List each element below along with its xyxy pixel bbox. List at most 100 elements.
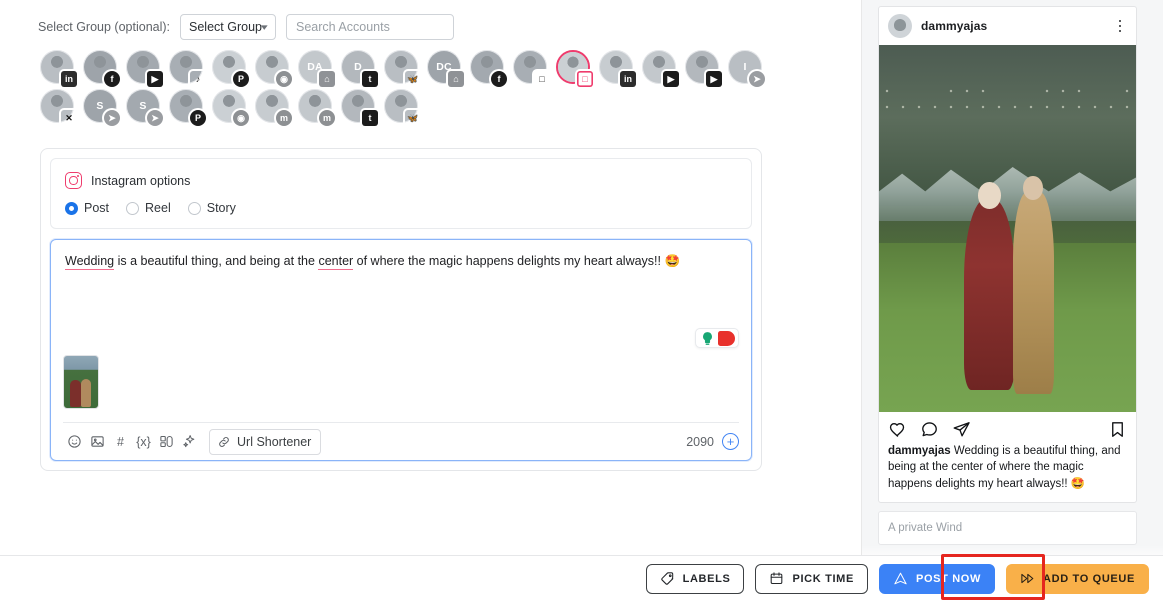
post-type-radio-post[interactable]: Post xyxy=(65,201,109,215)
preview-username: dammyajas xyxy=(921,19,988,33)
search-accounts-input[interactable] xyxy=(286,14,455,40)
tag-icon xyxy=(660,572,673,585)
editor-right-controls: 2090 + xyxy=(686,433,739,450)
post-type-label: Reel xyxy=(145,201,171,215)
telegram-badge-icon: ➤ xyxy=(104,110,120,126)
preview-image-bride xyxy=(963,181,1016,390)
account-avatar-x[interactable]: ✕ xyxy=(40,89,74,123)
post-text-editor[interactable]: Wedding is a beautiful thing, and being … xyxy=(50,239,752,461)
account-avatar-bluesky[interactable]: 🦋 xyxy=(384,50,419,84)
bluesky-badge-icon: 🦋 xyxy=(405,110,421,126)
account-avatar-mastodon[interactable]: m xyxy=(255,89,292,126)
account-avatar-bluesky[interactable]: 🦋 xyxy=(384,89,421,126)
url-shortener-button[interactable]: Url Shortener xyxy=(209,428,322,455)
radio-dot xyxy=(65,201,78,215)
mastodon-badge-icon: m xyxy=(276,110,292,126)
composer-pane: Select Group (optional): Select Group ▾ … xyxy=(0,0,862,601)
linkedin-badge-icon: in xyxy=(620,71,636,87)
variable-icon[interactable]: {x} xyxy=(132,430,155,453)
account-avatar-tumblr[interactable]: Dt xyxy=(341,50,378,87)
preview-header: dammyajas xyxy=(879,7,1136,45)
comment-icon[interactable] xyxy=(920,420,939,439)
account-avatar-google-business[interactable]: DC ⌂ xyxy=(427,50,464,87)
pinterest-badge-icon: P xyxy=(233,71,249,87)
account-avatar-linkedin[interactable]: in xyxy=(599,50,636,87)
account-avatar-tumblr[interactable]: t xyxy=(341,89,378,126)
kebab-menu-icon[interactable] xyxy=(1113,19,1127,33)
post-type-radio-group: Post Reel Story xyxy=(65,201,737,215)
select-group-dropdown[interactable]: Select Group ▾ xyxy=(180,14,277,40)
account-avatar-instagram[interactable]: □ xyxy=(556,50,593,87)
fast-forward-icon xyxy=(1021,573,1034,584)
account-avatar-google-business[interactable]: DA ⌂ xyxy=(298,50,335,87)
instagram-options-title: Instagram options xyxy=(91,173,191,188)
preview-pane: dammyajas dammyajas Wedding is a beautif… xyxy=(862,0,1163,601)
bookmark-icon[interactable] xyxy=(1108,420,1127,439)
youtube-badge-icon: ▶ xyxy=(663,71,679,87)
post-text-segment: 🤩 xyxy=(664,254,681,268)
select-group-value: Select Group xyxy=(189,20,262,34)
plus-circle-icon[interactable]: + xyxy=(722,433,739,450)
next-preview-card: A private Wind xyxy=(878,510,1137,546)
post-text-segment: of where the magic happens delights my h… xyxy=(353,254,665,268)
ai-sparkle-icon[interactable] xyxy=(178,430,201,453)
account-avatar-instagram[interactable]: □ xyxy=(513,50,550,87)
share-icon[interactable] xyxy=(952,420,971,439)
facebook-badge-icon: f xyxy=(104,71,120,87)
account-avatar-reddit[interactable]: ◉ xyxy=(212,89,249,126)
labels-button[interactable]: LABELS xyxy=(645,563,745,594)
account-avatars: in f ▶ ♪ P ◉ DA ⌂ Dt 🦋 DC ⌂ f □ □ in ▶ ▶ I ➤ ✕ S ➤ S ➤ P ◉ m m t 🦋 xyxy=(0,40,861,126)
account-avatar-youtube[interactable]: ▶ xyxy=(126,50,163,87)
google-business-badge-icon: ⌂ xyxy=(448,71,464,87)
pick-time-button[interactable]: PICK TIME xyxy=(755,563,868,594)
footer-button-label: PICK TIME xyxy=(792,572,854,585)
account-avatar-linkedin[interactable]: in xyxy=(40,50,77,87)
preview-image xyxy=(879,45,1136,412)
image-icon[interactable] xyxy=(86,430,109,453)
account-avatar-facebook[interactable]: f xyxy=(83,50,120,87)
group-label: Select Group (optional): xyxy=(38,20,171,34)
radio-dot xyxy=(126,201,140,215)
hashtag-icon[interactable]: # xyxy=(109,430,132,453)
google-business-badge-icon: ⌂ xyxy=(319,71,335,87)
add-to-queue-button[interactable]: ADD TO QUEUE xyxy=(1006,563,1149,594)
instagram-options-box: Instagram options Post Reel Story xyxy=(50,158,752,229)
avatar xyxy=(888,14,912,38)
post-now-button[interactable]: POST NOW xyxy=(878,563,996,594)
post-text-content[interactable]: Wedding is a beautiful thing, and being … xyxy=(51,240,751,271)
attached-media-thumbnail[interactable] xyxy=(63,355,99,409)
footer-button-label: LABELS xyxy=(682,572,731,585)
link-icon xyxy=(219,436,229,447)
like-icon[interactable] xyxy=(888,420,907,439)
mastodon-badge-icon: m xyxy=(319,110,335,126)
account-avatar-tiktok[interactable]: ♪ xyxy=(169,50,203,84)
character-count: 2090 xyxy=(686,434,714,449)
account-avatar-pinterest[interactable]: P xyxy=(212,50,249,87)
footer-button-label: POST NOW xyxy=(915,572,982,585)
account-avatar-telegram[interactable]: S ➤ xyxy=(126,89,163,126)
action-footer: LABELS PICK TIME POST NOW ADD TO QUEUE xyxy=(0,555,1163,601)
thumbnail-figures xyxy=(70,378,94,408)
account-avatar-youtube[interactable]: ▶ xyxy=(642,50,679,87)
tumblr-badge-icon: t xyxy=(362,110,378,126)
account-avatar-facebook[interactable]: f xyxy=(470,50,507,87)
instagram-preview-card: dammyajas dammyajas Wedding is a beautif… xyxy=(878,6,1137,503)
account-avatar-pinterest[interactable]: P xyxy=(169,89,206,126)
post-type-radio-reel[interactable]: Reel xyxy=(126,201,171,215)
account-avatar-telegram[interactable]: S ➤ xyxy=(83,89,120,126)
account-avatar-reddit[interactable]: ◉ xyxy=(255,50,292,87)
telegram-badge-icon: ➤ xyxy=(147,110,163,126)
reddit-badge-icon: ◉ xyxy=(233,110,249,126)
tumblr-badge-icon: t xyxy=(362,71,378,87)
editor-toolbar: # {x} Url Shortener 2090 + xyxy=(51,423,751,460)
post-type-radio-story[interactable]: Story xyxy=(187,201,236,215)
account-avatar-telegram[interactable]: I ➤ xyxy=(728,50,765,87)
account-avatar-youtube[interactable]: ▶ xyxy=(685,50,722,87)
writing-tips-badge[interactable] xyxy=(695,328,739,348)
emoji-icon[interactable] xyxy=(63,430,86,453)
template-icon[interactable] xyxy=(155,430,178,453)
account-avatar-mastodon[interactable]: m xyxy=(298,89,335,126)
telegram-badge-icon: ➤ xyxy=(749,71,765,87)
spellcheck-word: center xyxy=(318,254,354,270)
thumb-figure-bride xyxy=(70,380,81,407)
